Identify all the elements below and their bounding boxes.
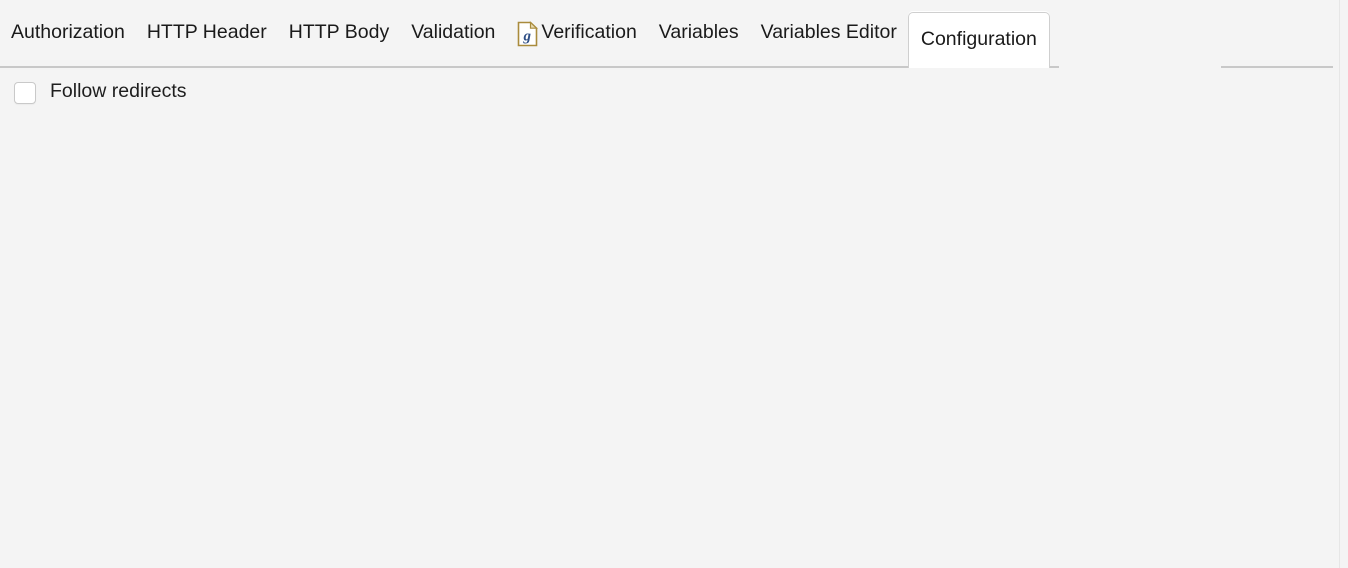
follow-redirects-checkbox[interactable]: [14, 82, 36, 104]
tab-configuration[interactable]: Configuration: [907, 12, 1050, 68]
tab-configuration-label: Configuration: [920, 27, 1037, 50]
follow-redirects-row[interactable]: Follow redirects: [14, 82, 187, 104]
tab-http-header-label: HTTP Header: [146, 21, 267, 44]
tab-verification-label: Verification: [541, 21, 637, 44]
tab-bar: Authorization HTTP Header HTTP Body Vali…: [0, 0, 1348, 70]
svg-text:g: g: [523, 29, 532, 45]
request-editor-panel: Authorization HTTP Header HTTP Body Vali…: [0, 0, 1348, 568]
tab-validation-label: Validation: [411, 21, 496, 44]
tab-http-header[interactable]: HTTP Header: [136, 0, 278, 68]
tab-verification[interactable]: g Verification: [506, 0, 647, 68]
tab-list: Authorization HTTP Header HTTP Body Vali…: [0, 0, 1050, 68]
tab-variables-editor[interactable]: Variables Editor: [750, 0, 908, 68]
tab-http-body-label: HTTP Body: [288, 21, 390, 44]
tab-variables[interactable]: Variables: [648, 0, 750, 68]
panel-right-edge: [1339, 0, 1340, 568]
follow-redirects-label: Follow redirects: [50, 80, 187, 103]
tab-authorization-label: Authorization: [11, 21, 125, 44]
tab-variables-editor-label: Variables Editor: [760, 21, 897, 44]
tab-authorization[interactable]: Authorization: [0, 0, 136, 68]
tab-validation[interactable]: Validation: [400, 0, 506, 68]
groovy-script-file-icon: g: [517, 21, 539, 47]
tab-bar-underline-right: [1221, 66, 1333, 68]
configuration-tab-content: Follow redirects: [0, 70, 1348, 568]
tab-variables-label: Variables: [658, 21, 739, 44]
tab-http-body[interactable]: HTTP Body: [278, 0, 400, 68]
